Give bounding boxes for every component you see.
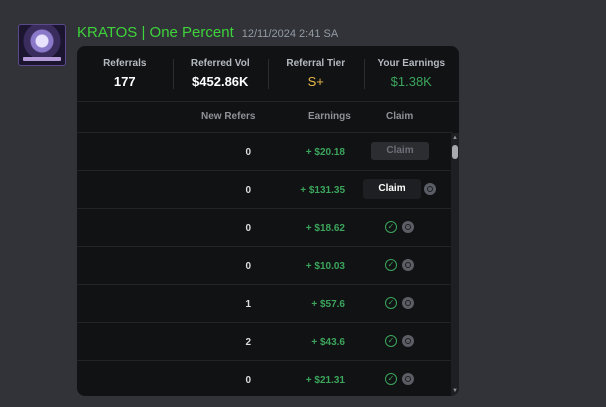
new-refers-value: 0 [245,185,251,196]
table-row: 1 + $57.6 ✓ [77,285,452,323]
referral-card: Referrals 177 Referred Vol $452.86K Refe… [77,46,459,396]
new-refers-value: 0 [245,147,251,158]
clock-icon [402,297,414,309]
earnings-value: + $21.31 [305,375,345,386]
stat-value: S+ [307,74,324,89]
stat-referred-vol: Referred Vol $452.86K [172,46,269,101]
stats-bar: Referrals 177 Referred Vol $452.86K Refe… [77,46,459,102]
check-circle-icon: ✓ [385,335,397,347]
stat-value: 177 [113,74,136,89]
stat-referrals: Referrals 177 [77,46,173,101]
new-refers-value: 2 [245,337,251,348]
stat-value: $452.86K [192,74,249,89]
column-header-new-refers: New Refers [201,111,256,122]
check-circle-icon: ✓ [385,373,397,385]
stat-label: Referrals [103,58,147,69]
clock-icon [402,221,414,233]
earnings-value: + $18.62 [305,223,345,234]
scroll-down-arrow-icon[interactable]: ▼ [451,386,459,396]
clock-icon [402,373,414,385]
stat-label: Referred Vol [190,58,250,69]
message-header: KRATOS | One Percent 12/11/2024 2:41 SA [77,24,338,41]
earnings-value: + $10.03 [305,261,345,272]
table-row: 0 + $10.03 ✓ [77,247,452,285]
clock-icon [402,335,414,347]
new-refers-value: 1 [245,299,251,310]
check-circle-icon: ✓ [385,297,397,309]
stat-label: Referral Tier [286,58,346,69]
stat-your-earnings: Your Earnings $1.38K [363,46,460,101]
clock-icon [402,259,414,271]
stat-referral-tier: Referral Tier S+ [268,46,364,101]
user-avatar[interactable] [18,24,66,66]
table-header: New Refers Earnings Claim [77,102,452,133]
column-header-claim: Claim [386,111,414,122]
new-refers-value: 0 [245,223,251,234]
earnings-value: + $131.35 [300,185,345,196]
timestamp: 12/11/2024 2:41 SA [241,28,339,40]
new-refers-value: 0 [245,375,251,386]
claim-button-disabled[interactable]: Claim [371,142,429,160]
table-row: 0 + $18.62 ✓ [77,209,452,247]
earnings-value: + $43.6 [311,337,345,348]
stat-label: Your Earnings [377,58,446,69]
table-body[interactable]: 0 + $20.18 Claim 0 + $131.35 Claim 0 + $… [77,133,452,396]
username[interactable]: KRATOS | One Percent [77,24,234,41]
earnings-value: + $20.18 [305,147,345,158]
table-row: 0 + $131.35 Claim [77,171,452,209]
column-header-earnings: Earnings [308,111,351,122]
scrollbar-thumb[interactable] [452,145,458,159]
stat-value: $1.38K [390,74,432,89]
claim-button[interactable]: Claim [363,179,421,199]
earnings-value: + $57.6 [311,299,345,310]
new-refers-value: 0 [245,261,251,272]
table-row: 0 + $20.18 Claim [77,133,452,171]
avatar-banner [23,57,61,61]
table-row: 2 + $43.6 ✓ [77,323,452,361]
scroll-up-arrow-icon[interactable]: ▲ [451,133,459,143]
clock-icon [424,183,436,195]
table-row: 0 + $21.31 ✓ [77,361,452,396]
check-circle-icon: ✓ [385,221,397,233]
check-circle-icon: ✓ [385,259,397,271]
scrollbar[interactable]: ▲ ▼ [451,133,459,396]
